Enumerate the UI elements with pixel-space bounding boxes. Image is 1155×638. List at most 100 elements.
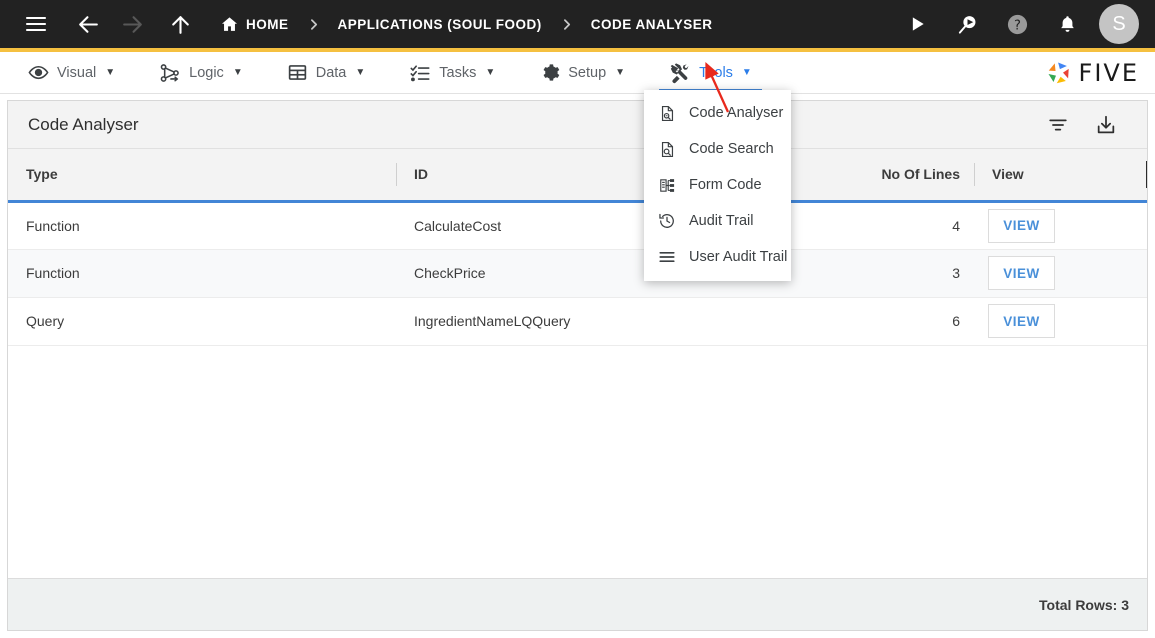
- cell-type: Function: [8, 249, 396, 298]
- menu-label-setup: Setup: [568, 64, 607, 81]
- column-header-id[interactable]: ID: [396, 149, 864, 203]
- table-row[interactable]: Query IngredientNameLQQuery 6 VIEW: [8, 297, 1147, 346]
- chevron-down-icon-setup: ▼: [615, 66, 626, 78]
- main-menu-bar: Visual ▼ Logic ▼ Data ▼ Tasks ▼ Setup ▼ …: [0, 52, 1155, 94]
- dropdown-item-form-code[interactable]: Form Code: [644, 167, 791, 203]
- checklist-icon: [409, 62, 431, 84]
- cell-view: VIEW: [974, 297, 1147, 346]
- breadcrumb-item-applications[interactable]: APPLICATIONS (SOUL FOOD): [338, 17, 542, 32]
- menu-item-tasks[interactable]: Tasks ▼: [395, 52, 509, 93]
- table-body: Function CalculateCost 4 VIEW Function C…: [8, 201, 1147, 346]
- tools-wrench-icon: [669, 62, 691, 84]
- menu-label-logic: Logic: [189, 64, 224, 81]
- table-grid-icon: [287, 62, 308, 83]
- chevron-down-icon-data: ▼: [355, 66, 366, 78]
- cell-view: VIEW: [974, 201, 1147, 250]
- dropdown-item-audit-trail[interactable]: Audit Trail: [644, 203, 791, 239]
- menu-item-setup[interactable]: Setup ▼: [525, 52, 639, 93]
- brand-logo: FIVE: [1045, 52, 1155, 93]
- list-lines-icon: [658, 248, 676, 266]
- chevron-down-icon-tools: ▼: [741, 66, 752, 78]
- dropdown-label-code-analyser: Code Analyser: [689, 105, 784, 121]
- menu-label-data: Data: [315, 64, 347, 81]
- view-button[interactable]: VIEW: [988, 208, 1055, 243]
- dropdown-label-audit-trail: Audit Trail: [689, 213, 754, 229]
- document-analyse-icon: [658, 104, 676, 122]
- menu-item-tools[interactable]: Tools ▼: [655, 52, 766, 93]
- chevron-down-icon-tasks: ▼: [485, 66, 496, 78]
- menu-item-visual[interactable]: Visual ▼: [14, 52, 129, 93]
- form-code-icon: [658, 176, 676, 194]
- dropdown-label-user-audit-trail: User Audit Trail: [689, 249, 788, 265]
- cell-id: CalculateCost: [396, 201, 864, 250]
- hamburger-menu-icon[interactable]: [18, 6, 54, 42]
- cell-id: IngredientNameLQQuery: [396, 297, 864, 346]
- table-empty-space: [8, 345, 1147, 578]
- column-header-type[interactable]: Type: [8, 149, 396, 203]
- menu-item-data[interactable]: Data ▼: [273, 52, 380, 93]
- cell-id: CheckPrice: [396, 249, 864, 298]
- column-header-no-of-lines[interactable]: No Of Lines: [864, 149, 974, 203]
- column-header-view[interactable]: View: [974, 149, 1147, 203]
- panel-header: Code Analyser: [8, 101, 1147, 149]
- cell-type: Function: [8, 201, 396, 250]
- cell-lines: 3: [864, 249, 974, 298]
- cell-lines: 4: [864, 201, 974, 250]
- code-analyser-panel: Code Analyser Type ID No Of Lines View F…: [7, 100, 1148, 631]
- five-pinwheel-icon: [1045, 59, 1073, 87]
- breadcrumb-separator-icon-2: [560, 18, 573, 31]
- page-title: Code Analyser: [28, 114, 139, 134]
- document-search-icon: [658, 140, 676, 158]
- arrow-up-icon[interactable]: [162, 6, 198, 42]
- view-button[interactable]: VIEW: [988, 256, 1055, 290]
- gear-icon: [539, 62, 560, 83]
- panel-toolbar: [1045, 112, 1131, 138]
- cell-lines: 6: [864, 297, 974, 346]
- application-window: HOME APPLICATIONS (SOUL FOOD) CODE ANALY…: [0, 0, 1155, 638]
- total-rows-label: Total Rows: 3: [1039, 596, 1129, 613]
- menu-label-tools: Tools: [699, 64, 733, 81]
- topbar-actions: ? S: [899, 4, 1155, 44]
- view-button[interactable]: VIEW: [988, 304, 1055, 338]
- dropdown-label-form-code: Form Code: [689, 177, 762, 193]
- avatar[interactable]: S: [1099, 4, 1139, 44]
- dropdown-label-code-search: Code Search: [689, 141, 774, 157]
- arrow-left-icon[interactable]: [70, 6, 106, 42]
- notifications-bell-icon[interactable]: [1049, 6, 1085, 42]
- run-icon[interactable]: [899, 6, 935, 42]
- home-icon: [220, 15, 239, 34]
- table-row[interactable]: Function CalculateCost 4 VIEW: [8, 201, 1147, 250]
- menu-item-logic[interactable]: Logic ▼: [145, 52, 257, 93]
- debug-search-icon[interactable]: [949, 6, 985, 42]
- help-icon[interactable]: ?: [999, 6, 1035, 42]
- menu-label-tasks: Tasks: [439, 64, 477, 81]
- chevron-down-icon-logic: ▼: [232, 66, 243, 78]
- download-icon[interactable]: [1093, 112, 1119, 138]
- chevron-down-icon-visual: ▼: [105, 66, 116, 78]
- menu-label-visual: Visual: [57, 64, 97, 81]
- tools-dropdown-menu[interactable]: Code Analyser Code Search Form Code Audi…: [644, 90, 791, 281]
- logic-nodes-icon: [159, 62, 181, 84]
- dropdown-item-code-analyser[interactable]: Code Analyser: [644, 95, 791, 131]
- code-analyser-table: Type ID No Of Lines View Function Calcul…: [8, 149, 1147, 346]
- top-navigation-bar: HOME APPLICATIONS (SOUL FOOD) CODE ANALY…: [0, 0, 1155, 48]
- breadcrumb-item-code-analyser[interactable]: CODE ANALYSER: [591, 17, 713, 32]
- cell-view: VIEW: [974, 249, 1147, 298]
- brand-name: FIVE: [1078, 58, 1139, 87]
- breadcrumb-label-home: HOME: [246, 16, 289, 32]
- svg-text:?: ?: [1013, 18, 1020, 33]
- filter-icon[interactable]: [1045, 112, 1071, 138]
- table-header-row: Type ID No Of Lines View: [8, 149, 1147, 203]
- breadcrumb-separator-icon: [307, 18, 320, 31]
- breadcrumb-item-home[interactable]: HOME: [220, 15, 289, 34]
- table-row[interactable]: Function CheckPrice 3 VIEW: [8, 249, 1147, 298]
- dropdown-item-code-search[interactable]: Code Search: [644, 131, 791, 167]
- history-clock-icon: [658, 212, 676, 230]
- panel-footer: Total Rows: 3: [8, 578, 1147, 630]
- dropdown-item-user-audit-trail[interactable]: User Audit Trail: [644, 239, 791, 275]
- eye-icon: [28, 62, 49, 83]
- cell-type: Query: [8, 297, 396, 346]
- arrow-right-icon: [114, 6, 150, 42]
- table-header: Type ID No Of Lines View: [8, 149, 1147, 203]
- content-area: Code Analyser Type ID No Of Lines View F…: [0, 94, 1155, 638]
